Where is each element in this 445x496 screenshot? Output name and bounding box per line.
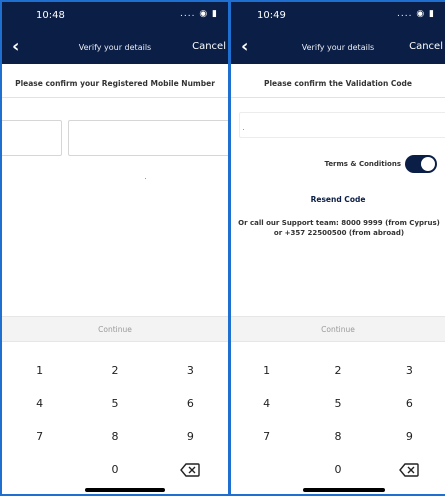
support-info: Or call our Support team: 8000 9999 (fro… [238,219,440,237]
key-0[interactable]: 0 [302,453,373,486]
key-7[interactable]: 7 [2,420,77,453]
status-icons: .... ◉ ▮ [397,9,435,19]
key-5[interactable]: 5 [77,387,152,420]
key-0[interactable]: 0 [77,453,152,486]
continue-button[interactable]: Continue [2,316,228,342]
key-3[interactable]: 3 [153,354,228,387]
terms-label: Terms & Conditions [324,160,401,168]
backspace-icon[interactable] [153,453,228,486]
status-icons: .... ◉ ▮ [180,9,218,19]
mobile-screen-right: 10:49 .... ◉ ▮ ‹ Verify your details Can… [229,0,445,496]
key-4[interactable]: 4 [2,387,77,420]
cancel-button[interactable]: Cancel [409,41,443,52]
country-code-field[interactable] [2,120,62,156]
key-2[interactable]: 2 [77,354,152,387]
mobile-number-field[interactable] [68,120,228,156]
continue-button[interactable]: Continue [231,316,445,342]
key-6[interactable]: 6 [153,387,228,420]
mobile-screen-left: 10:48 .... ◉ ▮ ‹ Verify your details Can… [0,0,230,496]
terms-row: Terms & Conditions [324,154,437,174]
key-6[interactable]: 6 [374,387,445,420]
key-8[interactable]: 8 [302,420,373,453]
key-2[interactable]: 2 [302,354,373,387]
mobile-prompt: Please confirm your Registered Mobile Nu… [2,64,228,98]
key-1[interactable]: 1 [231,354,302,387]
status-bar: 10:48 .... ◉ ▮ [2,2,228,30]
key-blank [2,453,77,486]
nav-bar: ‹ Verify your details Cancel [2,30,228,64]
home-indicator [303,488,385,492]
key-9[interactable]: 9 [374,420,445,453]
home-indicator [85,488,165,492]
validation-prompt: Please confirm the Validation Code [231,64,445,98]
numeric-keypad: 1 2 3 4 5 6 7 8 9 0 [2,354,228,486]
numeric-keypad: 1 2 3 4 5 6 7 8 9 0 [231,354,445,486]
resend-code-link[interactable]: Resend Code [231,195,445,204]
backspace-icon[interactable] [374,453,445,486]
cancel-button[interactable]: Cancel [192,41,226,52]
key-4[interactable]: 4 [231,387,302,420]
status-time: 10:49 [257,10,286,21]
key-5[interactable]: 5 [302,387,373,420]
key-1[interactable]: 1 [2,354,77,387]
key-3[interactable]: 3 [374,354,445,387]
toggle-knob [421,157,435,171]
status-bar: 10:49 .... ◉ ▮ [231,2,445,30]
key-blank [231,453,302,486]
key-7[interactable]: 7 [231,420,302,453]
key-8[interactable]: 8 [77,420,152,453]
cursor-mark [243,129,244,130]
status-time: 10:48 [36,10,65,21]
nav-bar: ‹ Verify your details Cancel [231,30,445,64]
key-9[interactable]: 9 [153,420,228,453]
terms-toggle[interactable] [405,155,437,173]
cursor-mark [145,178,146,179]
validation-code-field[interactable] [239,112,445,138]
